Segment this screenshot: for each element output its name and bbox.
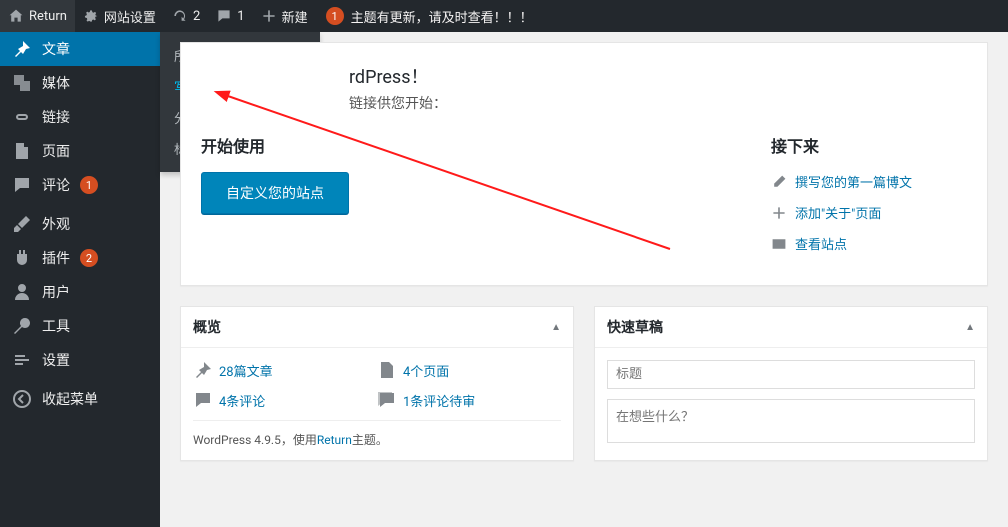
admin-sidebar: 文章 媒体 链接 页面 评论 1 外观 插件 2 用户 工具 设置 收起 xyxy=(0,32,160,527)
sidebar-tools-label: 工具 xyxy=(42,316,70,336)
comments-badge: 1 xyxy=(80,176,98,194)
sidebar-comments-label: 评论 xyxy=(42,175,70,195)
site-settings-label: 网站设置 xyxy=(104,7,156,26)
next-about-link[interactable]: 添加"关于"页面 xyxy=(795,203,881,222)
refresh-icon xyxy=(172,8,188,24)
new-label: 新建 xyxy=(282,7,308,26)
draft-title-input[interactable] xyxy=(607,360,975,389)
sidebar-item-appearance[interactable]: 外观 xyxy=(0,207,160,241)
sidebar-appearance-label: 外观 xyxy=(42,214,70,234)
sidebar-media-label: 媒体 xyxy=(42,73,70,93)
welcome-subtitle: 链接供您开始： xyxy=(349,93,967,113)
glance-footer: WordPress 4.9.5，使用Return主题。 xyxy=(193,420,561,448)
comment-icon xyxy=(12,175,32,195)
gear-icon xyxy=(83,8,99,24)
next-view-link[interactable]: 查看站点 xyxy=(795,234,847,253)
brush-icon xyxy=(12,214,32,234)
next-item-about[interactable]: 添加"关于"页面 xyxy=(771,203,967,222)
glance-pages[interactable]: 4个页面 xyxy=(377,360,561,380)
sidebar-collapse-label: 收起菜单 xyxy=(42,389,98,409)
plus-icon xyxy=(771,205,787,221)
new-content-link[interactable]: 新建 xyxy=(253,0,316,32)
quickdraft-title: 快速草稿 xyxy=(607,317,663,337)
sidebar-item-tools[interactable]: 工具 xyxy=(0,309,160,343)
site-settings-link[interactable]: 网站设置 xyxy=(75,0,164,32)
comments-count: 1 xyxy=(237,9,244,24)
plugins-badge: 2 xyxy=(80,249,98,267)
customize-site-button[interactable]: 自定义您的站点 xyxy=(201,172,349,214)
sidebar-users-label: 用户 xyxy=(42,282,70,302)
main-content: rdPress！ 链接供您开始： 开始使用 自定义您的站点 接下来 撰写您的第一… xyxy=(160,32,1008,527)
sidebar-item-comments[interactable]: 评论 1 xyxy=(0,168,160,202)
welcome-panel: rdPress！ 链接供您开始： 开始使用 自定义您的站点 接下来 撰写您的第一… xyxy=(180,42,988,286)
user-icon xyxy=(12,282,32,302)
toggle-icon[interactable]: ▲ xyxy=(551,322,561,333)
site-name: Return xyxy=(29,9,67,24)
link-icon xyxy=(12,107,32,127)
glance-comments[interactable]: 4条评论 xyxy=(193,390,377,410)
sidebar-pages-label: 页面 xyxy=(42,141,70,161)
glance-pages-link[interactable]: 4个页面 xyxy=(403,361,449,380)
glance-comments-link[interactable]: 4条评论 xyxy=(219,391,265,410)
plus-icon xyxy=(261,8,277,24)
site-link[interactable]: Return xyxy=(0,0,75,32)
page-icon xyxy=(12,141,32,161)
next-item-view[interactable]: 查看站点 xyxy=(771,234,967,253)
pin-icon xyxy=(12,39,32,59)
wrench-icon xyxy=(12,316,32,336)
sidebar-item-media[interactable]: 媒体 xyxy=(0,66,160,100)
warn-badge: 1 xyxy=(326,7,344,25)
warn-text: 主题有更新，请及时查看！！！ xyxy=(351,7,533,26)
view-icon xyxy=(771,236,787,252)
sidebar-posts-label: 文章 xyxy=(42,39,70,59)
sidebar-item-users[interactable]: 用户 xyxy=(0,275,160,309)
toggle-icon[interactable]: ▲ xyxy=(965,322,975,333)
media-icon xyxy=(12,73,32,93)
at-a-glance-box: 概览 ▲ 28篇文章 4个页面 4条评论 xyxy=(180,306,574,461)
updates-link[interactable]: 2 xyxy=(164,0,208,32)
quickdraft-header: 快速草稿 ▲ xyxy=(595,307,987,348)
sidebar-links-label: 链接 xyxy=(42,107,70,127)
comment-icon xyxy=(193,390,213,410)
glance-posts[interactable]: 28篇文章 xyxy=(193,360,377,380)
comment-icon xyxy=(216,8,232,24)
dashboard-row: 概览 ▲ 28篇文章 4个页面 4条评论 xyxy=(180,306,988,461)
next-write-link[interactable]: 撰写您的第一篇博文 xyxy=(795,172,912,191)
glance-header: 概览 ▲ xyxy=(181,307,573,348)
theme-update-notice[interactable]: 1 主题有更新，请及时查看！！！ xyxy=(316,0,541,32)
collapse-icon xyxy=(12,389,32,409)
next-item-write[interactable]: 撰写您的第一篇博文 xyxy=(771,172,967,191)
sidebar-item-settings[interactable]: 设置 xyxy=(0,343,160,377)
theme-link[interactable]: Return xyxy=(317,433,352,447)
glance-title: 概览 xyxy=(193,317,221,337)
sidebar-item-plugins[interactable]: 插件 2 xyxy=(0,241,160,275)
start-heading: 开始使用 xyxy=(201,133,541,157)
sidebar-item-links[interactable]: 链接 xyxy=(0,100,160,134)
home-icon xyxy=(8,8,24,24)
plug-icon xyxy=(12,248,32,268)
sliders-icon xyxy=(12,350,32,370)
page-icon xyxy=(377,360,397,380)
sidebar-collapse[interactable]: 收起菜单 xyxy=(0,382,160,416)
updates-count: 2 xyxy=(193,9,200,24)
sidebar-plugins-label: 插件 xyxy=(42,248,70,268)
glance-posts-link[interactable]: 28篇文章 xyxy=(219,361,273,380)
comments-link[interactable]: 1 xyxy=(208,0,252,32)
sidebar-item-posts[interactable]: 文章 xyxy=(0,32,160,66)
next-heading: 接下来 xyxy=(771,133,967,157)
glance-pending-link[interactable]: 1条评论待审 xyxy=(403,391,475,410)
draft-content-textarea[interactable] xyxy=(607,399,975,443)
edit-icon xyxy=(771,174,787,190)
sidebar-settings-label: 设置 xyxy=(42,350,70,370)
comment-icon xyxy=(377,390,397,410)
sidebar-item-pages[interactable]: 页面 xyxy=(0,134,160,168)
quick-draft-box: 快速草稿 ▲ xyxy=(594,306,988,461)
pin-icon xyxy=(193,360,213,380)
glance-pending[interactable]: 1条评论待审 xyxy=(377,390,561,410)
admin-top-bar: Return 网站设置 2 1 新建 1 主题有更新，请及时查看！！！ xyxy=(0,0,1008,32)
welcome-title: rdPress！ xyxy=(349,63,967,89)
